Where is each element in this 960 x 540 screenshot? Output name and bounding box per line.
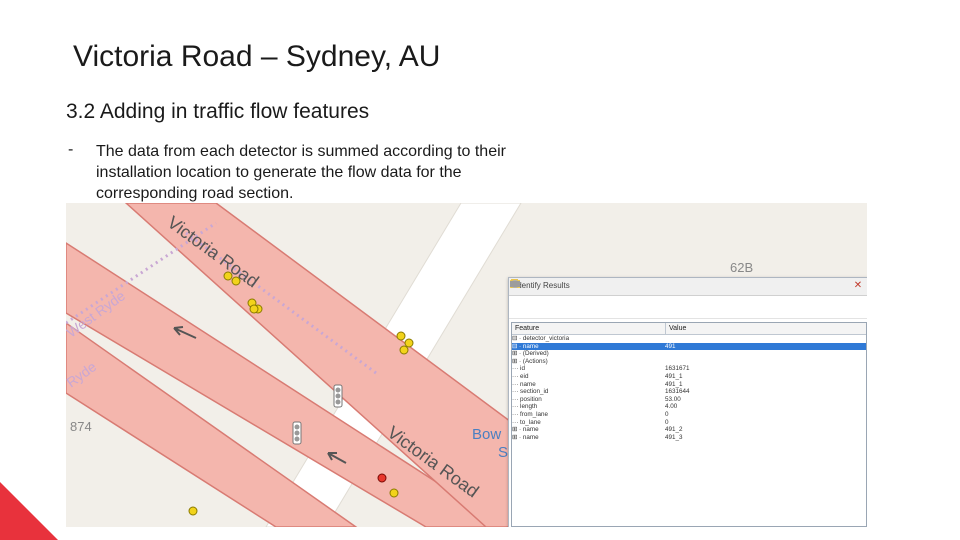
value-cell: 491_1 <box>665 372 683 380</box>
panel-title: Identify Results <box>515 281 570 290</box>
value-cell <box>662 350 866 358</box>
feature-cell: ⊟ · name <box>512 342 539 350</box>
print-icon[interactable] <box>510 281 629 314</box>
value-cell: 0 <box>665 418 669 426</box>
detector-point <box>389 488 399 498</box>
column-header-feature[interactable]: Feature <box>512 323 666 334</box>
close-icon[interactable]: ✕ <box>852 280 864 292</box>
table-row[interactable]: ··· length 4.00 <box>512 403 866 411</box>
house-number-label: 874 <box>70 419 92 434</box>
value-cell <box>662 335 866 343</box>
deselect-icon[interactable] <box>510 280 578 314</box>
detector-point <box>396 331 406 341</box>
copy-icon[interactable] <box>511 279 595 314</box>
identify-results-panel[interactable]: Identify Results ✕ Feature Value ⊟ · det… <box>508 277 867 527</box>
value-cell: 491_2 <box>665 426 683 434</box>
collapse-tree-icon[interactable] <box>510 280 544 314</box>
feature-cell: ··· eid <box>512 372 529 380</box>
place-label: Bow <box>472 426 501 443</box>
feature-cell: ··· id <box>512 365 525 373</box>
table-row[interactable]: ··· from_lane 0 <box>512 411 866 419</box>
feature-cell: ··· section_id <box>512 388 549 396</box>
results-table[interactable]: Feature Value ⊟ · detector_victoria ⊟ · … <box>511 322 867 527</box>
feature-cell: ⊞ · name <box>512 426 539 434</box>
bullet-marker: - <box>68 141 74 158</box>
value-cell <box>662 358 866 366</box>
detector-point <box>399 345 409 355</box>
table-row[interactable]: ⊞ · (Derived) <box>512 350 866 358</box>
red-accent-shape <box>0 482 58 540</box>
value-cell: 4.00 <box>665 403 678 411</box>
bullet-text: The data from each detector is summed ac… <box>96 141 576 204</box>
value-cell: 0 <box>665 410 669 418</box>
feature-cell: ··· position <box>512 395 542 403</box>
table-row[interactable]: ··· section_id 1631644 <box>512 388 866 396</box>
table-row[interactable]: ⊟ · detector_victoria <box>512 335 866 343</box>
place-label: S <box>498 444 508 461</box>
detector-point <box>404 338 414 348</box>
feature-cell: ⊞ · (Derived) <box>512 350 549 358</box>
panel-titlebar[interactable]: Identify Results ✕ <box>509 278 867 296</box>
slide-title: Victoria Road – Sydney, AU <box>73 40 441 73</box>
feature-cell: ··· to_lane <box>512 418 541 426</box>
value-cell: 491 <box>665 342 676 350</box>
panel-toolbar <box>509 279 867 319</box>
table-row[interactable]: ··· position 53.00 <box>512 396 866 404</box>
value-cell: 1631644 <box>665 388 690 396</box>
feature-cell: ··· name <box>512 380 536 388</box>
feature-cell: ⊞ · name <box>512 433 539 441</box>
feature-cell: ··· length <box>512 403 538 411</box>
table-row[interactable]: ··· eid 491_1 <box>512 373 866 381</box>
table-row[interactable]: ⊞ · name 491_2 <box>512 426 866 434</box>
detector-point <box>377 473 387 483</box>
table-row-selected[interactable]: ⊟ · name 491 <box>512 342 866 351</box>
feature-cell: ⊞ · (Actions) <box>512 357 548 365</box>
house-number-label: 62B <box>730 260 753 275</box>
expand-tree-icon[interactable] <box>510 280 527 314</box>
traffic-light-icon <box>333 384 343 408</box>
value-cell: 1631671 <box>665 365 690 373</box>
feature-cell: ⊟ · detector_victoria <box>512 335 570 342</box>
section-heading: 3.2 Adding in traffic flow features <box>66 100 370 123</box>
value-cell: 491_1 <box>665 380 683 388</box>
table-row[interactable]: ··· id 1631671 <box>512 365 866 373</box>
detector-point <box>249 304 259 314</box>
table-header: Feature Value <box>512 323 866 335</box>
value-cell: 491_3 <box>665 433 683 441</box>
column-header-value[interactable]: Value <box>666 323 866 334</box>
detector-point <box>188 506 198 516</box>
value-cell: 53.00 <box>665 395 681 403</box>
table-row[interactable]: ··· name 491_1 <box>512 381 866 389</box>
traffic-light-icon <box>292 421 302 445</box>
bullet-line: corresponding road section. <box>96 185 294 202</box>
map-screenshot[interactable]: Victoria Road Victoria Road West Ryde Ry… <box>66 203 867 527</box>
settings-icon[interactable] <box>511 280 612 314</box>
feature-cell: ··· from_lane <box>512 410 549 418</box>
table-row[interactable]: ⊞ · name 491_3 <box>512 434 866 442</box>
bullet-line: installation location to generate the fl… <box>96 164 462 181</box>
table-row[interactable]: ··· to_lane 0 <box>512 419 866 427</box>
expand-new-icon[interactable] <box>510 280 561 314</box>
table-row[interactable]: ⊞ · (Actions) <box>512 358 866 366</box>
bullet-line: The data from each detector is summed ac… <box>96 143 506 160</box>
